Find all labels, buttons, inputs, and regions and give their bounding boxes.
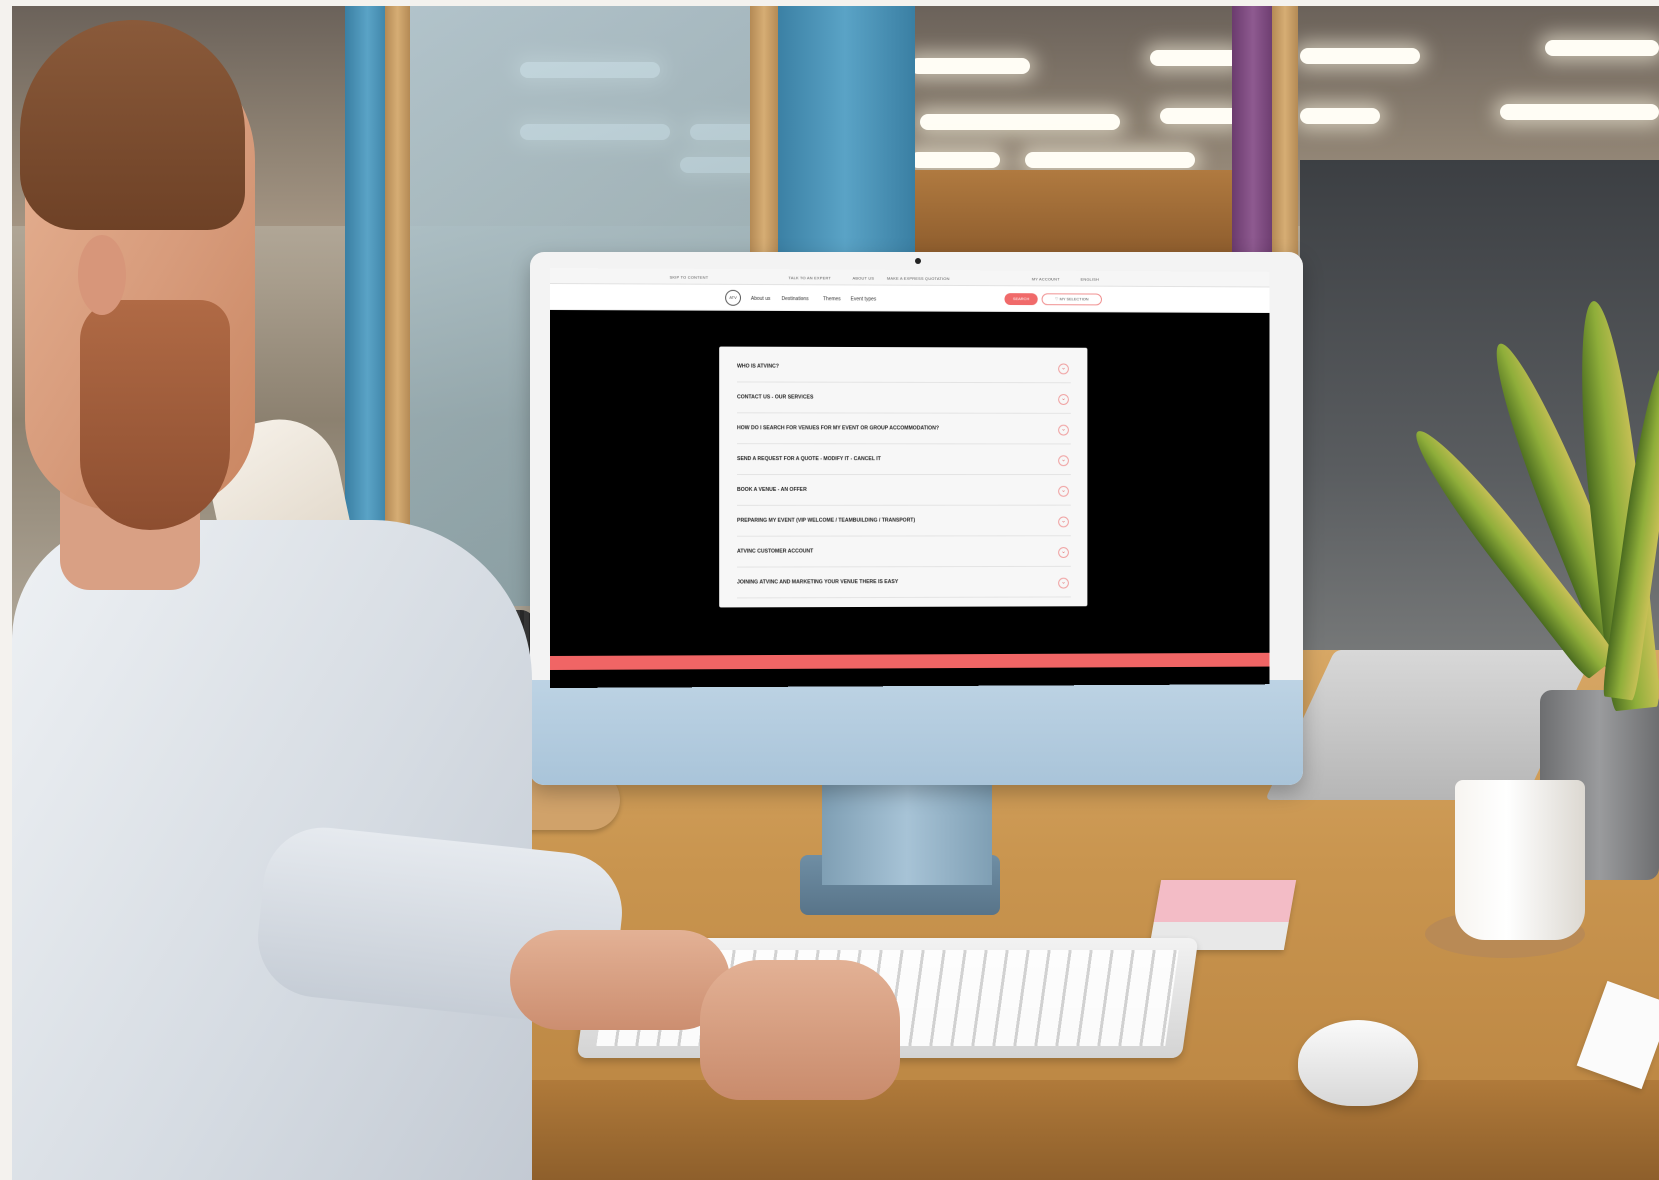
account-link[interactable]: MY ACCOUNT	[1032, 276, 1060, 281]
faq-item[interactable]: WHO IS ATVINC? ⌄	[737, 354, 1071, 384]
wood-pillar	[385, 6, 410, 606]
faq-item[interactable]: PREPARING MY EVENT (VIP WELCOME / TEAMBU…	[737, 508, 1071, 537]
person-hand	[700, 960, 900, 1100]
faq-question: WHO IS ATVINC?	[737, 363, 779, 370]
faq-question: BOOK A VENUE - AN OFFER	[737, 486, 807, 493]
ceiling-light	[910, 152, 1000, 168]
faq-item[interactable]: BOOK A VENUE - AN OFFER ⌄	[737, 478, 1071, 506]
monitor-screen: SKIP TO CONTENT TALK TO AN EXPERT ABOUT …	[550, 268, 1270, 688]
about-link[interactable]: ABOUT US	[853, 276, 875, 281]
my-selection-button[interactable]: ♡ MY SELECTION	[1041, 293, 1102, 306]
ceiling-light	[910, 58, 1030, 74]
camera-icon	[915, 258, 921, 264]
nav-themes[interactable]: Themes	[823, 296, 841, 302]
monitor-chin	[530, 680, 1303, 785]
person-wrist	[510, 930, 730, 1030]
coffee-cup	[1455, 780, 1585, 940]
ceiling-light	[1300, 48, 1420, 64]
wood-wall	[905, 170, 1235, 260]
faq-item[interactable]: CONTACT US - OUR SERVICES ⌄	[737, 385, 1071, 414]
faq-question: PREPARING MY EVENT (VIP WELCOME / TEAMBU…	[737, 517, 916, 524]
chevron-down-icon[interactable]: ⌄	[1058, 424, 1069, 436]
ceiling-light	[1150, 50, 1240, 66]
wood-pillar	[750, 6, 778, 256]
person-beard	[80, 300, 230, 530]
nav-event-types[interactable]: Event types	[851, 296, 877, 302]
faq-question: JOINING ATVINC AND MARKETING YOUR VENUE …	[737, 579, 899, 586]
faq-question: SEND A REQUEST FOR A QUOTE - MODIFY IT -…	[737, 456, 881, 463]
wood-pillar	[1272, 6, 1298, 266]
search-button[interactable]: SEARCH	[1004, 293, 1038, 306]
faq-item[interactable]: ATVINC CUSTOMER ACCOUNT ⌄	[737, 539, 1071, 568]
nav-about[interactable]: About us	[751, 296, 771, 302]
chevron-down-icon[interactable]: ⌄	[1058, 455, 1069, 467]
my-selection-label: MY SELECTION	[1059, 296, 1089, 302]
chevron-down-icon[interactable]: ⌄	[1058, 363, 1069, 375]
faq-question: ATVINC CUSTOMER ACCOUNT	[737, 548, 814, 555]
site-logo[interactable]: ATV	[725, 289, 741, 306]
chevron-down-icon[interactable]: ⌄	[1058, 547, 1069, 558]
talk-expert-link[interactable]: TALK TO AN EXPERT	[788, 275, 831, 280]
ceiling-light	[1500, 104, 1659, 120]
chevron-down-icon[interactable]: ⌄	[1058, 577, 1069, 589]
faq-question: HOW DO I SEARCH FOR VENUES FOR MY EVENT …	[737, 425, 939, 432]
desk-edge	[380, 1080, 1659, 1180]
mouse	[1298, 1020, 1418, 1106]
faq-question: CONTACT US - OUR SERVICES	[737, 394, 814, 401]
footer-accent-bar	[550, 652, 1270, 670]
faq-item[interactable]: JOINING ATVINC AND MARKETING YOUR VENUE …	[737, 569, 1071, 599]
nav-destinations[interactable]: Destinations	[782, 296, 809, 302]
main-nav	[550, 284, 1270, 314]
ceiling-light	[1025, 152, 1195, 168]
skip-link[interactable]: SKIP TO CONTENT	[670, 275, 709, 280]
chevron-down-icon[interactable]: ⌄	[1058, 485, 1069, 497]
ceiling-light	[1300, 108, 1380, 124]
faq-panel: WHO IS ATVINC? ⌄ CONTACT US - OUR SERVICE…	[719, 346, 1088, 608]
person-hair	[20, 20, 245, 230]
ceiling-light	[1545, 40, 1659, 56]
person-ear	[78, 235, 126, 315]
express-quote-link[interactable]: MAKE A EXPRESS QUOTATION	[887, 276, 950, 281]
faq-item[interactable]: SEND A REQUEST FOR A QUOTE - MODIFY IT -…	[737, 447, 1071, 476]
photo-scene: SKIP TO CONTENT TALK TO AN EXPERT ABOUT …	[0, 0, 1659, 1180]
blue-pillar	[345, 6, 390, 606]
blue-pillar	[775, 6, 915, 256]
chevron-down-icon[interactable]: ⌄	[1058, 394, 1069, 405]
monitor-stand	[822, 775, 992, 885]
faq-item[interactable]: HOW DO I SEARCH FOR VENUES FOR MY EVENT …	[737, 416, 1071, 445]
ceiling-light	[1160, 108, 1240, 124]
chevron-down-icon[interactable]: ⌄	[1058, 516, 1069, 528]
language-select[interactable]: ENGLISH	[1081, 277, 1099, 282]
ceiling-light	[920, 114, 1120, 130]
purple-pillar	[1232, 6, 1274, 256]
